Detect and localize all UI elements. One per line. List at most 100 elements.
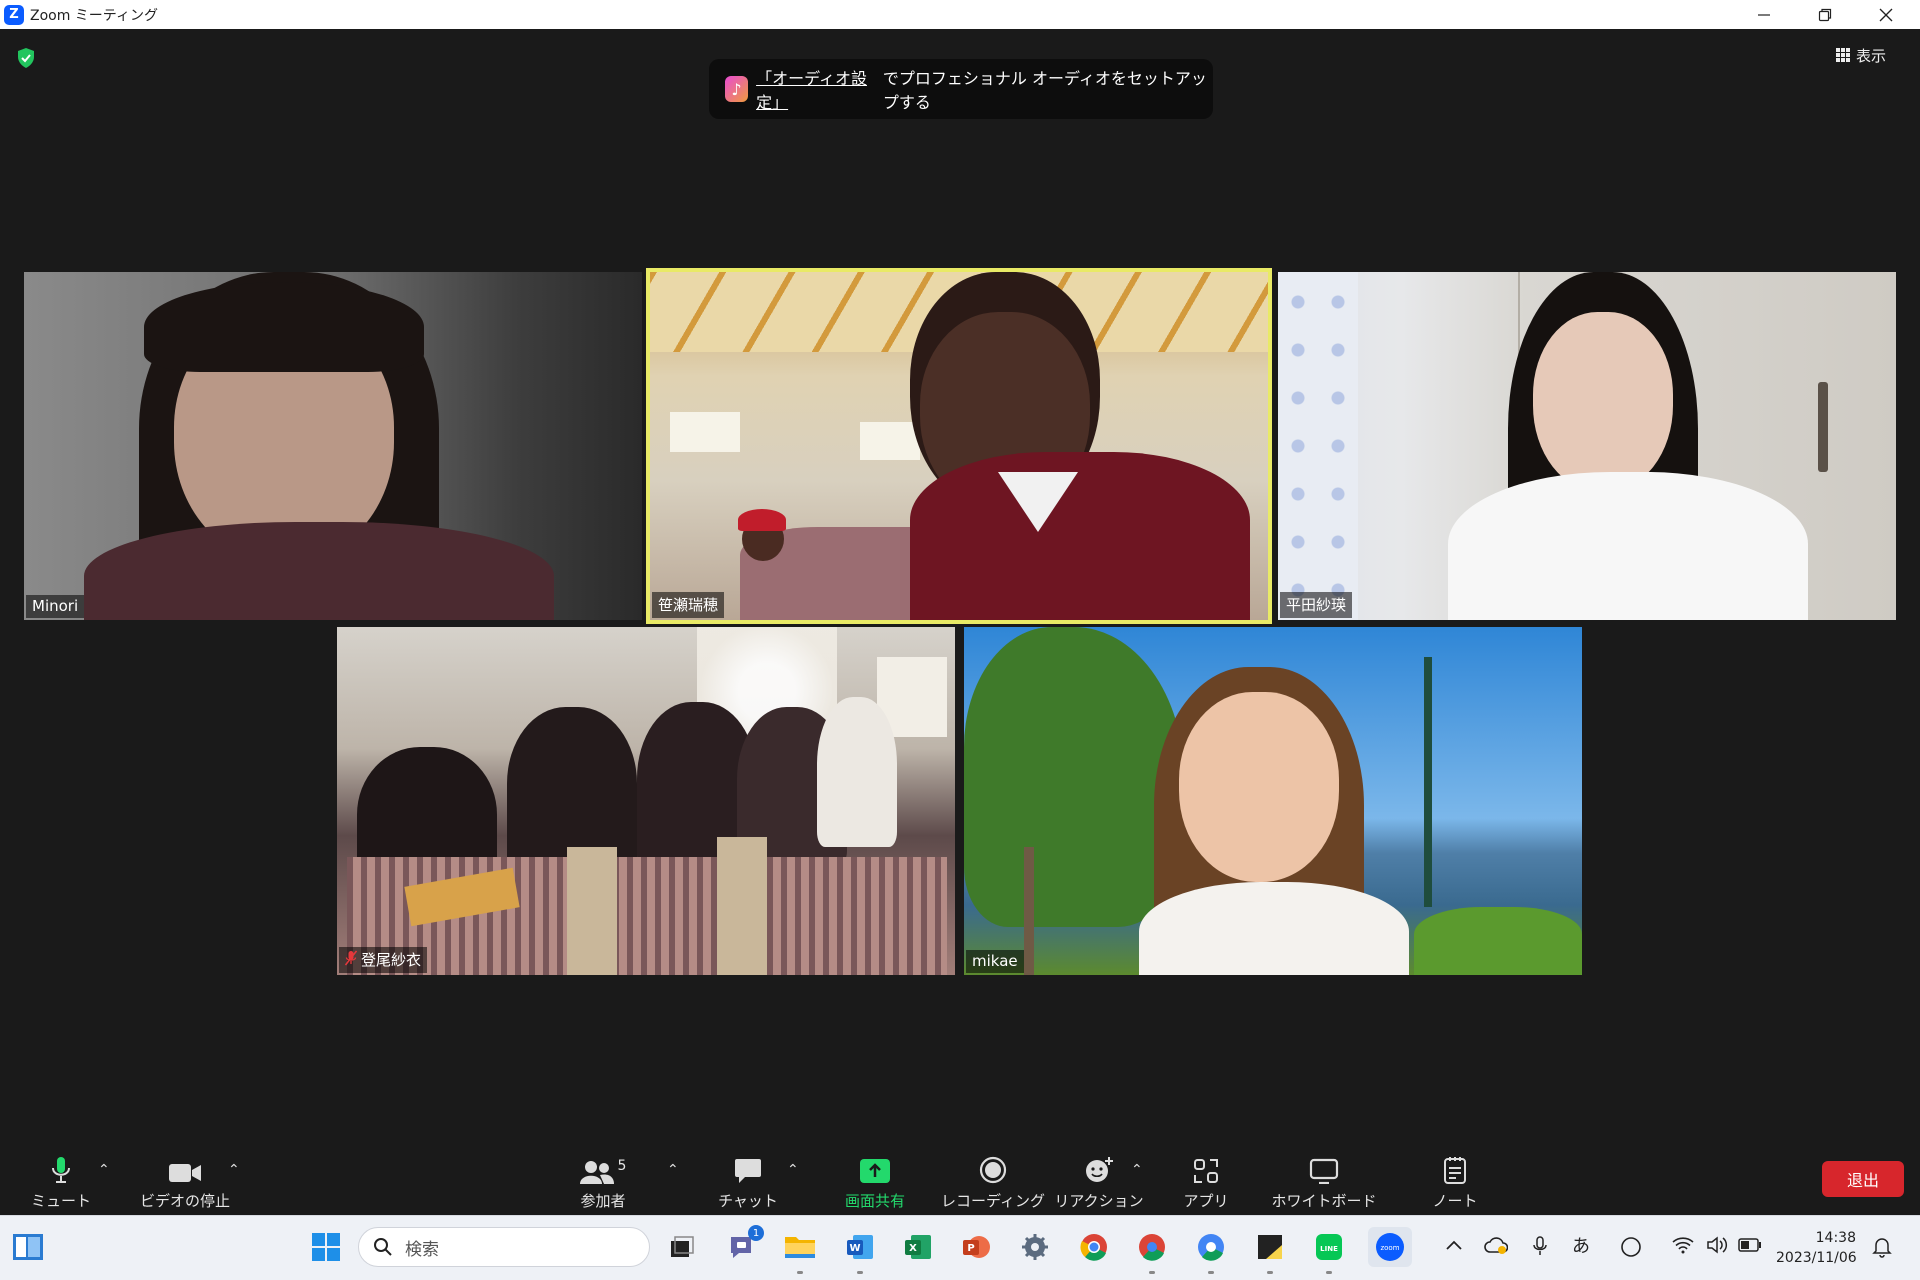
sticky-notes-icon[interactable] <box>1252 1229 1288 1274</box>
clock-date: 2023/11/06 <box>1776 1250 1857 1266</box>
encryption-shield-icon[interactable] <box>15 47 37 69</box>
participants-count: 5 <box>617 1158 627 1174</box>
participants-button[interactable]: 5 参加者 <box>573 1150 633 1215</box>
audio-settings-link[interactable]: 「オーディオ設定」 <box>756 65 883 113</box>
video-tile[interactable]: 平田紗瑛 <box>1278 272 1896 620</box>
svg-text:P: P <box>967 1243 974 1254</box>
notes-button[interactable]: ノート <box>1425 1150 1485 1215</box>
notes-icon <box>1444 1157 1466 1184</box>
ime-indicator[interactable]: あ <box>1572 1232 1590 1258</box>
video-tile-active-speaker[interactable]: 笹瀬瑞穂 <box>646 268 1272 624</box>
chat-bubble-icon <box>735 1159 761 1183</box>
recording-label: レコーディング <box>941 1192 1045 1210</box>
task-view-icon[interactable] <box>664 1229 700 1265</box>
record-icon <box>979 1156 1007 1184</box>
participants-label: 参加者 <box>580 1192 626 1210</box>
participant-name: mikae <box>972 952 1018 970</box>
taskbar-search-box[interactable]: 検索 <box>358 1227 650 1267</box>
notes-label: ノート <box>1432 1192 1478 1210</box>
focus-moon-icon[interactable] <box>1620 1236 1642 1263</box>
line-app-icon[interactable]: LINE <box>1311 1229 1347 1274</box>
chat-button[interactable]: チャット <box>718 1150 778 1215</box>
meeting-toolbar: ミュート ⌃ ビデオの停止 ⌃ 5 参加者 ⌃ チャット ⌃ 画面共有 レコーデ… <box>0 1150 1920 1215</box>
restore-icon <box>1818 8 1832 21</box>
mic-muted-icon <box>344 950 358 970</box>
reactions-label: リアクション <box>1054 1192 1144 1210</box>
apps-button[interactable]: アプリ <box>1176 1150 1236 1215</box>
zoom-app-icon[interactable]: zoom <box>1368 1227 1412 1267</box>
participant-name-tag: 笹瀬瑞穂 <box>652 592 725 618</box>
video-feed <box>964 627 1582 975</box>
whiteboard-label: ホワイトボード <box>1271 1192 1377 1210</box>
powerpoint-icon[interactable]: P <box>958 1229 994 1265</box>
video-options-chevron-icon[interactable]: ⌃ <box>228 1162 240 1178</box>
whiteboard-button[interactable]: ホワイトボード <box>1266 1150 1382 1215</box>
video-tile[interactable]: 登尾紗衣 <box>337 627 955 975</box>
participant-name-tag: mikae <box>966 950 1024 973</box>
chrome-profile-m-icon[interactable] <box>1134 1229 1170 1274</box>
video-tile[interactable]: mikae <box>964 627 1582 975</box>
participants-icon <box>579 1161 614 1184</box>
stop-video-label: ビデオの停止 <box>140 1192 231 1210</box>
taskbar-clock[interactable]: 14:38 2023/11/06 <box>1776 1228 1857 1268</box>
share-screen-icon <box>860 1159 890 1183</box>
participant-name: Minori <box>32 597 79 615</box>
widgets-icon[interactable] <box>10 1229 46 1265</box>
settings-gear-icon[interactable] <box>1017 1229 1053 1265</box>
windows-start-icon[interactable] <box>308 1229 344 1265</box>
onedrive-cloud-icon[interactable] <box>1484 1236 1509 1259</box>
meeting-area: ♪ 「オーディオ設定」 でプロフェショナル オーディオをセットアップする 表示 … <box>0 29 1920 1150</box>
wifi-icon[interactable] <box>1672 1236 1694 1259</box>
zoom-window: Z Zoom ミーティング ♪ 「オーディオ設定」 でプロフェショナル オーディ… <box>0 0 1920 1280</box>
volume-speaker-icon[interactable] <box>1706 1236 1730 1259</box>
whiteboard-icon <box>1309 1158 1339 1184</box>
clock-time: 14:38 <box>1815 1230 1856 1246</box>
reactions-button[interactable]: リアクション <box>1054 1150 1144 1215</box>
reactions-options-chevron-icon[interactable]: ⌃ <box>1131 1162 1143 1178</box>
banner-text: でプロフェショナル オーディオをセットアップする <box>882 69 1207 112</box>
participant-name: 登尾紗衣 <box>361 951 422 969</box>
chrome-profile-icon[interactable] <box>1193 1229 1229 1274</box>
music-note-icon: ♪ <box>725 76 749 102</box>
leave-meeting-button[interactable]: 退出 <box>1822 1161 1904 1197</box>
share-screen-label: 画面共有 <box>844 1192 905 1210</box>
window-title: Zoom ミーティング <box>30 7 158 24</box>
close-icon <box>1879 8 1893 21</box>
smiley-reaction-icon <box>1086 1157 1113 1182</box>
battery-icon[interactable] <box>1738 1236 1762 1257</box>
notification-bell-icon[interactable] <box>1872 1236 1892 1263</box>
view-button[interactable]: 表示 <box>1836 43 1886 67</box>
file-explorer-icon[interactable] <box>782 1229 818 1274</box>
participant-name: 平田紗瑛 <box>1286 596 1347 614</box>
teams-chat-icon[interactable]: 1 <box>724 1225 764 1265</box>
view-button-label: 表示 <box>1856 46 1887 65</box>
stop-video-button[interactable]: ビデオの停止 <box>140 1150 230 1215</box>
chat-options-chevron-icon[interactable]: ⌃ <box>787 1162 799 1178</box>
audio-settings-banner: ♪ 「オーディオ設定」 でプロフェショナル オーディオをセットアップする <box>709 59 1213 119</box>
show-hidden-icons-chevron-icon[interactable] <box>1445 1236 1463 1257</box>
svg-text:X: X <box>909 1243 917 1254</box>
share-screen-button[interactable]: 画面共有 <box>835 1150 915 1215</box>
mute-button[interactable]: ミュート <box>31 1150 91 1215</box>
svg-text:zoom: zoom <box>1380 1244 1399 1252</box>
minimize-icon <box>1758 13 1770 16</box>
participant-name: 笹瀬瑞穂 <box>658 596 719 614</box>
apps-label: アプリ <box>1183 1192 1229 1210</box>
video-feed <box>650 272 1268 620</box>
video-feed <box>337 627 955 975</box>
close-window-button[interactable] <box>1858 0 1914 29</box>
chrome-icon[interactable] <box>1076 1229 1112 1265</box>
word-icon[interactable]: W <box>842 1229 878 1274</box>
participants-options-chevron-icon[interactable]: ⌃ <box>667 1162 679 1178</box>
recording-button[interactable]: レコーディング <box>941 1150 1045 1215</box>
video-tile[interactable]: Minori <box>24 272 642 620</box>
chat-label: チャット <box>718 1192 778 1210</box>
tray-microphone-icon[interactable] <box>1532 1236 1548 1261</box>
participant-name-tag: 登尾紗衣 <box>339 947 428 973</box>
restore-button[interactable] <box>1797 0 1853 29</box>
excel-icon[interactable]: X <box>900 1229 936 1265</box>
minimize-button[interactable] <box>1736 0 1792 29</box>
grid-view-icon <box>1836 48 1850 62</box>
video-camera-icon <box>169 1164 201 1182</box>
audio-options-chevron-icon[interactable]: ⌃ <box>98 1162 110 1178</box>
